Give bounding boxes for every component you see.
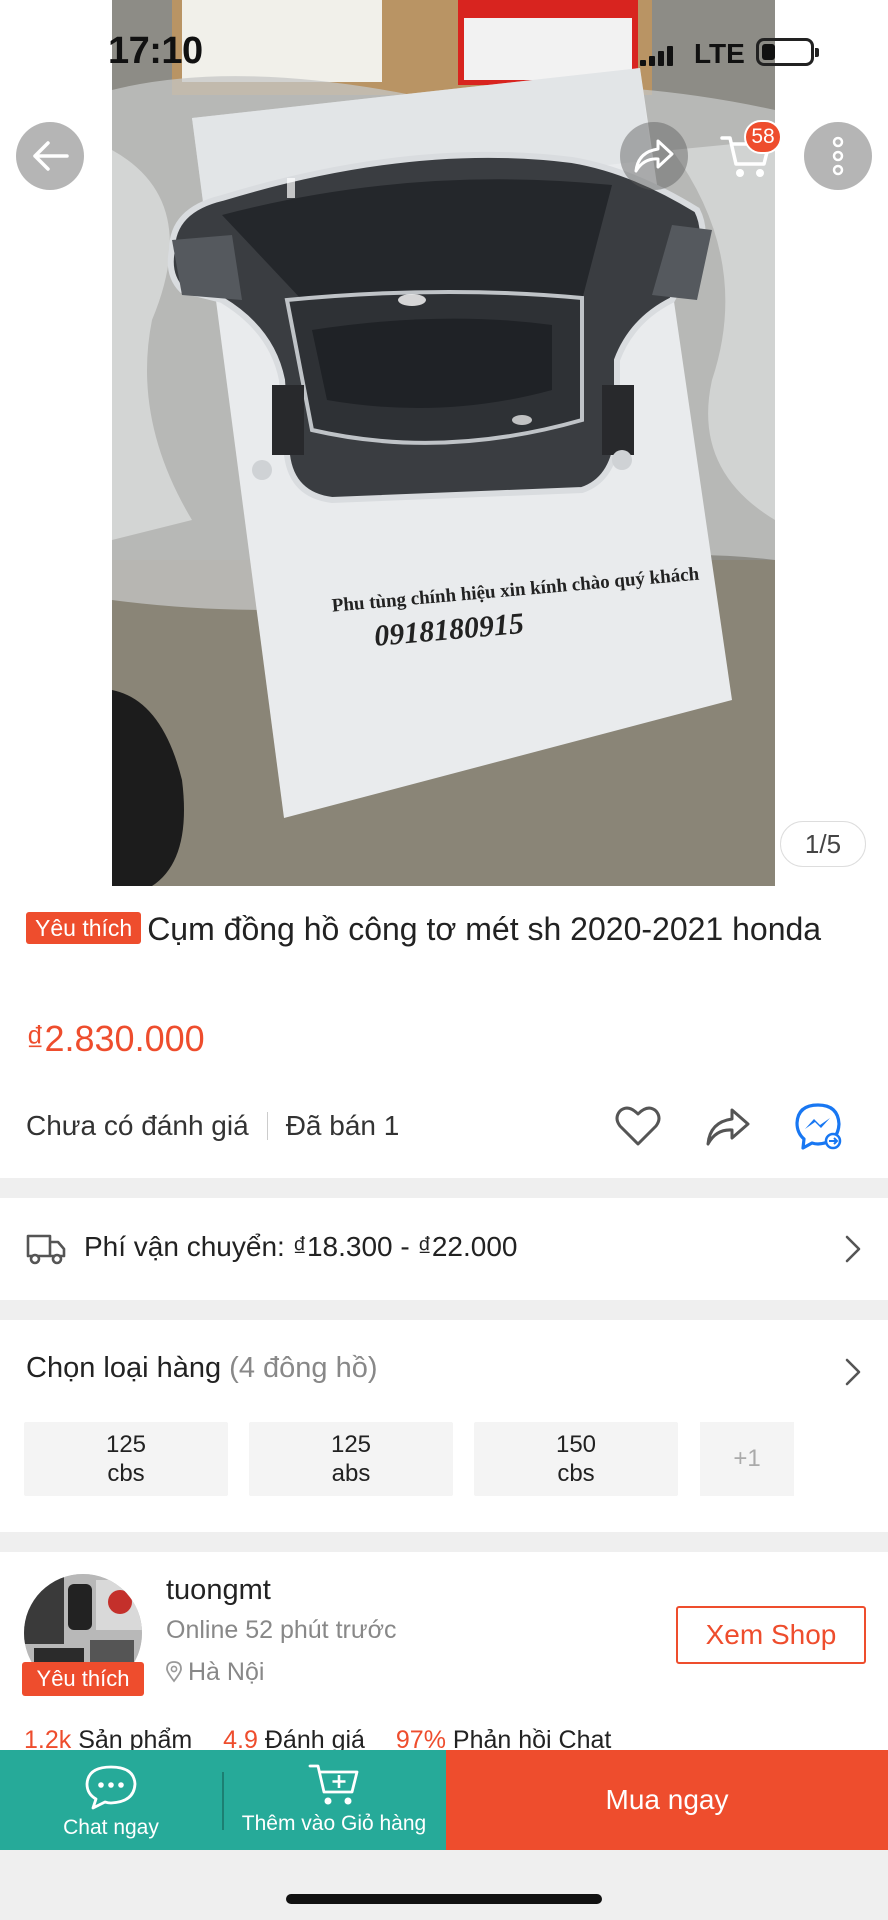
chevron-right-icon[interactable] [842, 1356, 864, 1388]
product-title: Cụm đồng hồ công tơ mét sh 2020-2021 hon… [147, 911, 822, 947]
battery-icon [756, 38, 819, 66]
shop-name[interactable]: tuongmt [166, 1574, 271, 1607]
bottom-action-bar: Chat ngay Thêm vào Giỏ hàng Mua ngay [0, 1750, 888, 1850]
more-options-button[interactable] [804, 122, 872, 190]
variant-more-button[interactable]: +1 [700, 1422, 794, 1496]
status-time: 17:10 [108, 30, 203, 72]
chat-now-label: Chat ngay [63, 1816, 159, 1839]
add-to-cart-button[interactable]: Thêm vào Giỏ hàng [222, 1750, 446, 1850]
variant-option-line1: 125 [105, 1431, 147, 1458]
shop-location: Hà Nội [166, 1658, 264, 1687]
status-bar: 17:10 LTE [0, 0, 888, 100]
add-to-cart-label: Thêm vào Giỏ hàng [241, 1812, 427, 1835]
rating-text: Chưa có đánh giá [26, 1110, 249, 1141]
product-stats: Chưa có đánh giá Đã bán 1 [26, 1104, 399, 1148]
more-vertical-icon [832, 136, 844, 176]
variant-option[interactable]: 125 cbs [24, 1422, 228, 1496]
variant-header: Chọn loại hàng (4 đông hồ) [26, 1352, 378, 1385]
chevron-right-icon [845, 1235, 861, 1263]
signal-icon [640, 46, 674, 66]
messenger-icon[interactable] [792, 1100, 844, 1152]
share-button[interactable] [620, 122, 688, 190]
truck-icon [26, 1234, 66, 1265]
home-indicator[interactable] [286, 1894, 602, 1904]
location-pin-icon [166, 1661, 182, 1683]
cart-count-badge: 58 [744, 120, 782, 154]
variant-option-line1: 125 [330, 1431, 372, 1458]
share-icon[interactable] [702, 1100, 754, 1152]
share-arrow-icon [634, 139, 674, 173]
heart-icon[interactable] [612, 1100, 664, 1152]
buy-now-label: Mua ngay [605, 1784, 729, 1815]
variant-option[interactable]: 125 abs [249, 1422, 453, 1496]
image-counter: 1/5 [780, 821, 866, 867]
add-cart-icon [308, 1764, 359, 1805]
variant-count: (4 đông hồ) [229, 1352, 378, 1384]
variant-label: Chọn loại hàng [26, 1352, 222, 1384]
shop-card: Yêu thích tuongmt Online 52 phút trước H… [0, 1552, 888, 1754]
view-shop-button[interactable]: Xem Shop [676, 1606, 866, 1664]
favorite-badge: Yêu thích [26, 912, 142, 944]
shipping-fee: Phí vận chuyển: ₫18.300 - ₫22.000 [84, 1231, 518, 1262]
variant-option-line2: cbs [557, 1460, 595, 1487]
shop-online-status: Online 52 phút trước [166, 1616, 397, 1644]
divider [266, 1112, 268, 1140]
sold-count: Đã bán 1 [285, 1110, 400, 1141]
arrow-left-icon [33, 141, 69, 171]
back-button[interactable] [16, 122, 84, 190]
product-price: ₫2.830.000 [26, 1018, 205, 1059]
buy-now-button[interactable]: Mua ngay [446, 1750, 888, 1850]
section-gap [0, 1532, 888, 1552]
variant-option-line1: 150 [555, 1431, 597, 1458]
variant-option[interactable]: 150 cbs [474, 1422, 678, 1496]
home-indicator-area [0, 1850, 888, 1920]
product-title-block: Yêu thích Cụm đồng hồ công tơ mét sh 2020… [26, 908, 866, 950]
shipping-row[interactable]: Phí vận chuyển: ₫18.300 - ₫22.000 [0, 1198, 888, 1300]
shop-location-text: Hà Nội [188, 1658, 265, 1686]
chat-now-button[interactable]: Chat ngay [0, 1750, 222, 1850]
network-type: LTE [694, 38, 745, 69]
section-gap [0, 1300, 888, 1320]
product-image-area[interactable]: Phu tùng chính hiệu xin kính chào quý kh… [0, 0, 888, 886]
section-gap [0, 1178, 888, 1198]
chat-bubble-icon [85, 1765, 137, 1810]
variant-option-line2: abs [331, 1460, 371, 1487]
variant-option-line2: cbs [107, 1460, 145, 1487]
shop-favorite-badge: Yêu thích [22, 1662, 144, 1696]
